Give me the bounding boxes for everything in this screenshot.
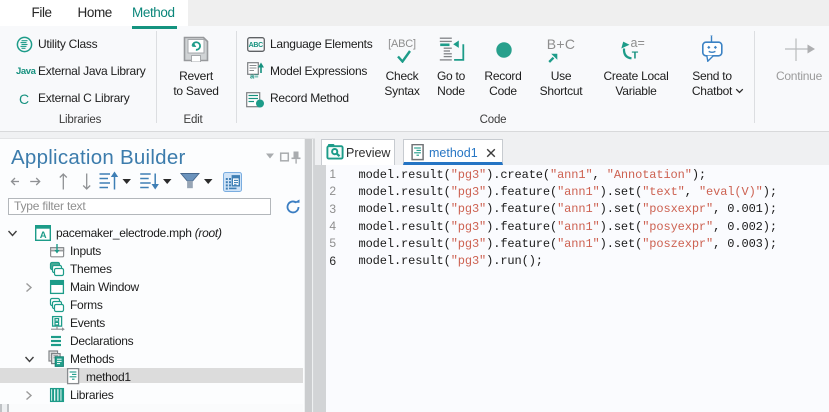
- svg-text:T: T: [632, 49, 639, 61]
- svg-text:A: A: [40, 230, 47, 241]
- svg-text:a=: a=: [250, 72, 259, 80]
- svg-text:ABC: ABC: [249, 42, 264, 49]
